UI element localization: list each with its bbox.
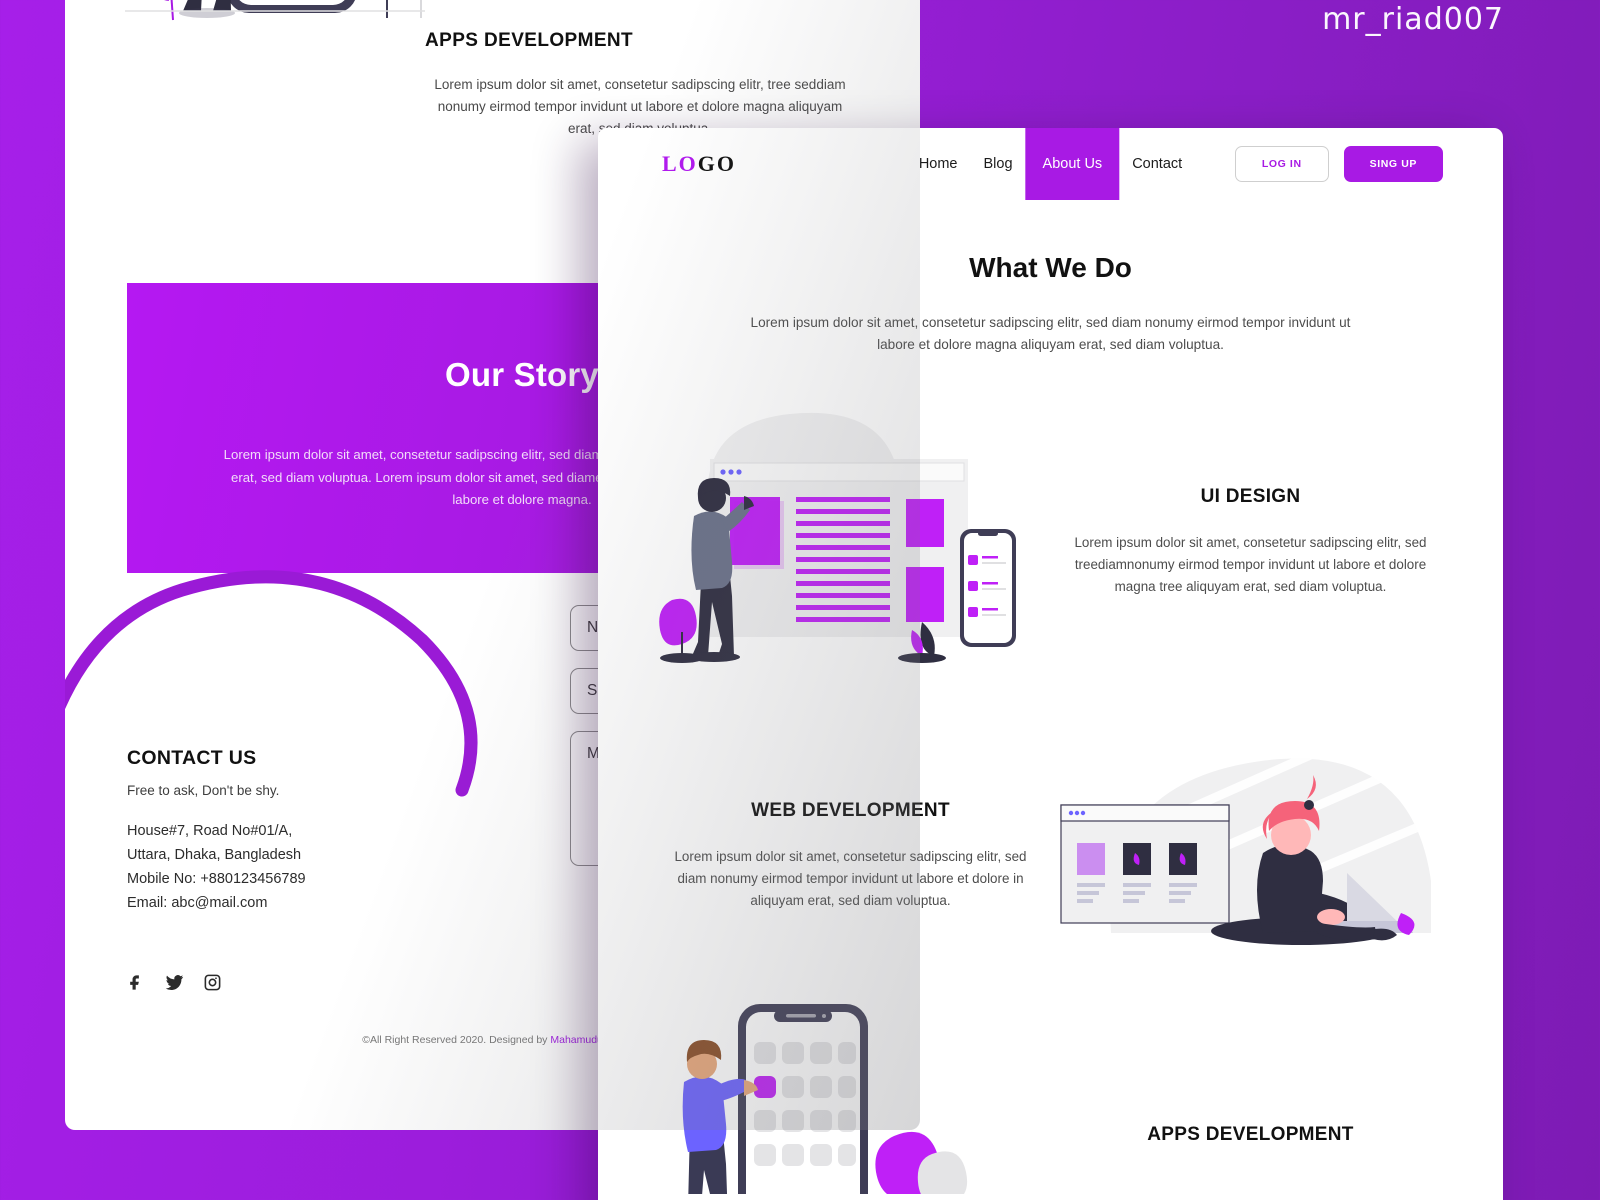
contact-title: CONTACT US — [127, 747, 257, 769]
ui-design-text: UI DESIGN Lorem ipsum dolor sit amet, co… — [1050, 486, 1451, 598]
logo-left: LO — [662, 151, 698, 176]
signup-button[interactable]: SING UP — [1343, 146, 1443, 182]
what-we-do-header: What We Do Lorem ipsum dolor sit amet, c… — [598, 252, 1503, 356]
web-development-illustration — [1051, 732, 1451, 958]
apps-development-text: APPS DEVELOPMENT — [1050, 1024, 1451, 1170]
logo[interactable]: LOGO — [662, 151, 736, 177]
nav-item-contact[interactable]: Contact — [1119, 128, 1195, 200]
watermark: mr_riad007 — [1322, 2, 1504, 37]
service-row-ui-design: UI DESIGN Lorem ipsum dolor sit amet, co… — [598, 404, 1503, 679]
contact-mobile: Mobile No: +880123456789 — [127, 871, 306, 888]
web-development-text: WEB DEVELOPMENT Lorem ipsum dolor sit am… — [650, 800, 1051, 912]
contact-info: CONTACT US Free to ask, Don't be shy. Ho… — [127, 747, 457, 997]
ui-design-title: UI DESIGN — [1200, 485, 1301, 507]
nav-item-home[interactable]: Home — [906, 128, 971, 200]
our-story-title: Our Story — [445, 356, 599, 393]
login-button[interactable]: LOG IN — [1234, 146, 1329, 182]
back-apps-development-section: APPS DEVELOPMENT Lorem ipsum dolor sit a… — [425, 30, 855, 140]
web-development-title: WEB DEVELOPMENT — [751, 799, 950, 821]
social-links — [127, 973, 457, 997]
logo-right: GO — [697, 151, 737, 176]
twitter-icon[interactable] — [165, 973, 184, 997]
apps-development-title: APPS DEVELOPMENT — [1147, 1123, 1354, 1145]
nav-links: Home Blog About Us Contact — [906, 128, 1195, 200]
contact-email: Email: abc@mail.com — [127, 895, 268, 912]
footer-copyright: ©All Right Reserved 2020. Designed by — [362, 1034, 551, 1046]
apps-development-illustration-back — [125, 0, 425, 25]
contact-address-line-2: Uttara, Dhaka, Bangladesh — [127, 847, 302, 864]
foreground-page: LOGO Home Blog About Us Contact LOG IN S… — [598, 128, 1503, 1200]
contact-address-line-1: House#7, Road No#01/A, — [127, 823, 293, 839]
contact-subtitle: Free to ask, Don't be shy. — [127, 783, 280, 798]
nav-buttons: LOG IN SING UP — [1234, 146, 1443, 182]
facebook-icon[interactable] — [127, 973, 146, 997]
service-row-apps-development: APPS DEVELOPMENT — [598, 994, 1503, 1200]
instagram-icon[interactable] — [203, 973, 222, 997]
service-row-web-development: WEB DEVELOPMENT Lorem ipsum dolor sit am… — [598, 732, 1503, 958]
navbar: LOGO Home Blog About Us Contact LOG IN S… — [598, 128, 1503, 200]
nav-item-about-us[interactable]: About Us — [1025, 128, 1120, 200]
web-development-body: Lorem ipsum dolor sit amet, consetetur s… — [674, 848, 1027, 908]
nav-item-blog[interactable]: Blog — [971, 128, 1026, 200]
back-apps-title: APPS DEVELOPMENT — [425, 30, 634, 51]
page-title: What We Do — [969, 252, 1132, 283]
apps-development-illustration — [650, 994, 1050, 1200]
ui-design-body: Lorem ipsum dolor sit amet, consetetur s… — [1074, 534, 1427, 594]
ui-design-illustration — [650, 404, 1050, 679]
page-subtitle: Lorem ipsum dolor sit amet, consetetur s… — [750, 315, 1351, 353]
